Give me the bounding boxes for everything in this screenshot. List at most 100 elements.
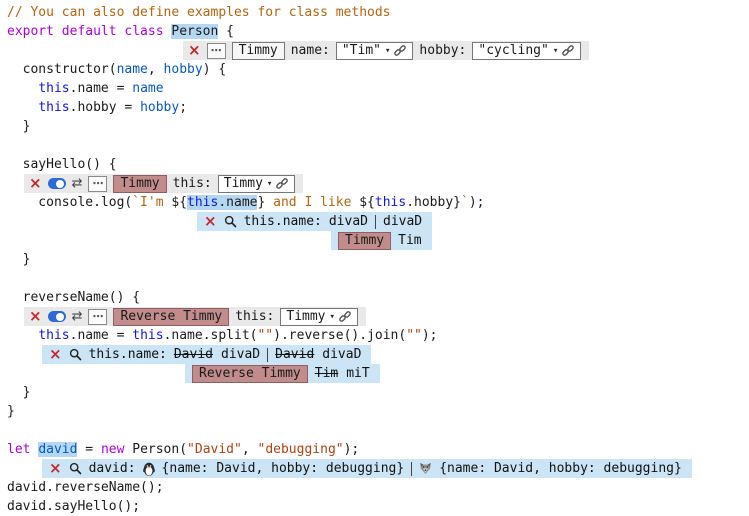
code-token: } [453, 195, 461, 210]
code-token: new [101, 442, 124, 457]
probe-box: Timmy Tim [331, 231, 432, 250]
code-token: reverseName() { [7, 290, 140, 305]
close-icon[interactable]: × [29, 176, 42, 191]
probe-value-pair: TimmiT [315, 364, 370, 383]
link-icon[interactable] [394, 44, 407, 57]
code-token: } [7, 385, 30, 400]
more-options-button[interactable]: ⋯ [88, 309, 107, 325]
code-token: , [148, 62, 164, 77]
code-token: } [7, 252, 30, 267]
value-separator [375, 215, 376, 229]
code-token: ) { [203, 62, 226, 77]
wolf-icon [419, 462, 432, 475]
more-options-button[interactable]: ⋯ [88, 176, 107, 192]
code-token: david.sayHello(); [7, 499, 140, 514]
code-token: this [38, 100, 69, 115]
param-name-label: name: [291, 43, 330, 59]
old-value: David [174, 347, 213, 362]
link-icon[interactable] [276, 177, 289, 190]
example-name-box[interactable]: Timmy [232, 42, 285, 60]
example-name-box[interactable]: Timmy [338, 232, 391, 250]
magnifier-icon[interactable] [224, 215, 237, 228]
code-token: this [38, 81, 69, 96]
code-token: david.reverseName(); [7, 480, 164, 495]
probe-box: × this.name: divaD divaD [197, 212, 432, 231]
reversename-example-strip: × ⇄ ⋯ Reverse Timmy this: Timmy ▾ [24, 307, 366, 326]
code-token [7, 328, 38, 343]
david-probe-row: × david: {name: David, hobby: debugging}… [42, 459, 749, 478]
sayhello-example-strip: × ⇄ ⋯ Timmy this: Timmy ▾ [24, 174, 303, 193]
penguin-icon [143, 462, 155, 476]
example-name-box[interactable]: Reverse Timmy [192, 365, 308, 383]
this-value-dropdown[interactable]: Timmy ▾ [218, 175, 296, 193]
sayhello-example-widget: × ⇄ ⋯ Timmy this: Timmy ▾ [24, 174, 749, 193]
code-token: } [7, 119, 30, 134]
code-token: .name = [70, 81, 133, 96]
code-line-call-sayhello: david.sayHello(); [7, 497, 749, 516]
sayhello-probe-row1: × this.name: divaD divaD [197, 212, 749, 231]
probe-label: this.name: [244, 212, 322, 231]
reversename-probe-row1: × this.name: David divaD David divaD [42, 345, 749, 364]
magnifier-icon[interactable] [69, 348, 82, 361]
hobby-value-dropdown[interactable]: "cycling" ▾ [472, 42, 581, 60]
swap-icon[interactable]: ⇄ [72, 177, 83, 190]
sayhello-probe-row2: Timmy Tim [331, 231, 749, 250]
code-token: this [375, 195, 406, 210]
code-line-comment: // You can also define examples for clas… [7, 3, 749, 22]
toggle-switch[interactable] [48, 311, 66, 322]
dropdown-value: Timmy [224, 176, 263, 192]
probe-value: {name: David, hobby: debugging} [439, 459, 682, 478]
dropdown-value: "cycling" [478, 43, 548, 59]
link-icon[interactable] [339, 310, 352, 323]
close-icon[interactable]: × [188, 43, 201, 58]
code-line-reversename-decl: reverseName() { [7, 288, 749, 307]
code-token: "" [406, 328, 422, 343]
code-token [7, 100, 38, 115]
close-icon[interactable]: × [204, 214, 217, 229]
code-line-sayhello-close: } [7, 250, 749, 269]
code-line-assign-hobby: this.hobby = hobby; [7, 98, 749, 117]
code-token: .name.split( [164, 328, 258, 343]
code-line-assign-name: this.name = name [7, 79, 749, 98]
code-token: ` [461, 195, 469, 210]
code-token: hobby [164, 62, 203, 77]
person-highlight: Person [171, 24, 218, 39]
example-name-box[interactable]: Timmy [113, 175, 166, 193]
toggle-switch[interactable] [48, 178, 66, 189]
new-value: divaD [322, 347, 361, 362]
example-name-box[interactable]: Reverse Timmy [113, 308, 229, 326]
old-value: David [275, 347, 314, 362]
name-value-dropdown[interactable]: "Tim" ▾ [336, 42, 414, 60]
blank-line [7, 136, 749, 155]
code-token: Person( [124, 442, 187, 457]
magnifier-icon[interactable] [69, 462, 82, 475]
close-icon[interactable]: × [49, 347, 62, 362]
chevron-down-icon: ▾ [267, 176, 272, 192]
code-token: sayHello() { [7, 157, 117, 172]
code-token: ); [344, 442, 360, 457]
code-token: ); [469, 195, 485, 210]
more-options-button[interactable]: ⋯ [207, 43, 226, 59]
code-token: "David" [187, 442, 242, 457]
code-token: ${ [171, 195, 187, 210]
code-line-console: console.log(`I'm ${this.name} and I like… [7, 193, 749, 212]
new-value: divaD [221, 347, 260, 362]
david-highlight: david [38, 442, 77, 457]
code-token [7, 81, 38, 96]
code-token: name [117, 62, 148, 77]
this-value-dropdown[interactable]: Timmy ▾ [280, 308, 358, 326]
code-editor[interactable]: // You can also define examples for clas… [0, 0, 749, 516]
reversename-example-widget: × ⇄ ⋯ Reverse Timmy this: Timmy ▾ [24, 307, 749, 326]
blank-line [7, 269, 749, 288]
swap-icon[interactable]: ⇄ [72, 310, 83, 323]
close-icon[interactable]: × [49, 461, 62, 476]
close-icon[interactable]: × [29, 309, 42, 324]
code-token: and I like [265, 195, 359, 210]
link-icon[interactable] [562, 44, 575, 57]
code-token: hobby [140, 100, 179, 115]
code-line-reversename-close: } [7, 383, 749, 402]
code-token: .hobby [406, 195, 453, 210]
param-hobby-label: hobby: [419, 43, 466, 59]
probe-box: × david: {name: David, hobby: debugging}… [42, 459, 692, 478]
probe-label: this.name: [89, 345, 167, 364]
